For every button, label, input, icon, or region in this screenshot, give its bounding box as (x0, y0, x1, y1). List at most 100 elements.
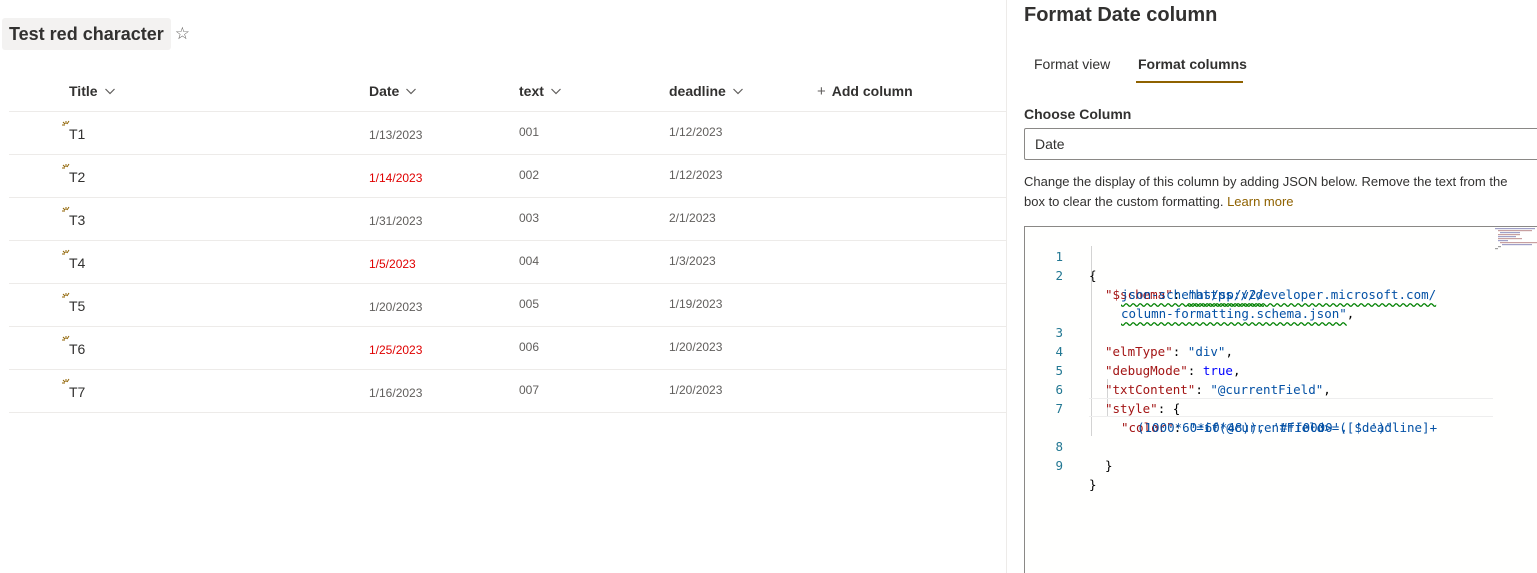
column-header-label: Title (69, 83, 98, 99)
row-title[interactable]: T2 (69, 169, 85, 185)
row-title-cell[interactable]: T4 (62, 241, 85, 284)
row-date: 1/16/2023 (369, 385, 423, 400)
row-deadline-cell: 1/20/2023 (669, 368, 722, 411)
row-deadline-cell: 1/12/2023 (669, 110, 722, 153)
star-icon[interactable]: ☆ (175, 23, 190, 45)
row-title[interactable]: T6 (69, 341, 85, 357)
row-text: 003 (519, 210, 540, 225)
row-text: 004 (519, 253, 540, 268)
format-column-panel: Format Date column Format view Format co… (1006, 0, 1537, 573)
code-line: 8 } (1025, 418, 1537, 473)
code-line: 4 "debugMode": true, (1025, 323, 1537, 378)
row-text-cell: 004 (519, 239, 539, 282)
code-line: 3 "elmType": "div", (1025, 304, 1537, 359)
row-title-cell[interactable]: T5 (62, 284, 85, 327)
row-text-cell: 003 (519, 196, 539, 239)
row-deadline-cell: 1/20/2023 (669, 325, 722, 368)
row-title[interactable]: T5 (69, 298, 85, 314)
choose-column-value: Date (1035, 136, 1065, 152)
row-title-cell[interactable]: T7 (62, 370, 85, 413)
format-tabs: Format view Format columns (1024, 44, 1537, 84)
tab-format-columns[interactable]: Format columns (1138, 44, 1247, 84)
line-number: 9 (1055, 458, 1063, 473)
add-column-label: Add column (831, 83, 913, 99)
table-row[interactable]: T2 1/14/2023 002 1/12/2023 (9, 155, 1006, 198)
add-column-button[interactable]: + Add column (817, 70, 913, 112)
row-text: 002 (519, 167, 540, 182)
row-title-cell[interactable]: T2 (62, 155, 85, 198)
column-header-deadline[interactable]: deadline (669, 70, 744, 112)
row-date: 1/25/2023 (369, 342, 423, 357)
table-row[interactable]: T3 1/31/2023 003 2/1/2023 (9, 198, 1006, 241)
table-row[interactable]: T5 1/20/2023 005 1/19/2023 (9, 284, 1006, 327)
code-line: 7 "color": "=if(@currentField>=([$deadli… (1025, 380, 1537, 435)
row-deadline-cell: 1/3/2023 (669, 239, 716, 282)
new-item-sparkle-icon (62, 292, 70, 298)
row-date-cell: 1/20/2023 (369, 284, 422, 327)
row-date: 1/20/2023 (369, 299, 423, 314)
row-title[interactable]: T1 (69, 126, 85, 142)
row-date: 1/31/2023 (369, 213, 423, 228)
row-title-cell[interactable]: T1 (62, 112, 85, 155)
code-text: } (1105, 458, 1113, 473)
column-header-text[interactable]: text (519, 70, 562, 112)
new-item-sparkle-icon (62, 120, 70, 126)
chevron-down-icon (550, 88, 561, 95)
new-item-sparkle-icon (62, 335, 70, 341)
row-text: 007 (519, 382, 540, 397)
learn-more-link[interactable]: Learn more (1227, 194, 1293, 209)
row-date-cell: 1/5/2023 (369, 241, 416, 284)
table-row[interactable]: T1 1/13/2023 001 1/12/2023 (9, 112, 1006, 155)
code-line: 5 "txtContent": "@currentField", (1025, 342, 1537, 397)
row-text: 006 (519, 339, 540, 354)
code-line: 9 } (1025, 437, 1537, 492)
row-title-cell[interactable]: T3 (62, 198, 85, 241)
row-deadline: 1/20/2023 (669, 382, 723, 397)
code-line: json-schemas/sp/v2/ (1025, 266, 1537, 302)
row-text: 005 (519, 296, 540, 311)
row-title-cell[interactable]: T6 (62, 327, 85, 370)
row-title[interactable]: T4 (69, 255, 85, 271)
column-header-date[interactable]: Date (369, 70, 417, 112)
json-code-editor[interactable]: 1 { 2 "$schema": "https://developer.micr… (1024, 226, 1537, 573)
new-item-sparkle-icon (62, 163, 70, 169)
choose-column-dropdown[interactable]: Date (1024, 128, 1537, 160)
list-rows: T1 1/13/2023 001 1/12/2023 T2 1/14/2023 002 1/1… (9, 112, 1006, 413)
tab-format-view[interactable]: Format view (1034, 44, 1110, 84)
row-date-cell: 1/25/2023 (369, 327, 422, 370)
plus-icon: + (817, 82, 826, 100)
column-header-label: deadline (669, 83, 726, 99)
row-text-cell: 007 (519, 368, 539, 411)
row-date: 1/5/2023 (369, 256, 416, 271)
row-title[interactable]: T7 (69, 384, 85, 400)
list-header: Title Date text deadline + Add column (9, 70, 1006, 112)
table-row[interactable]: T7 1/16/2023 007 1/20/2023 (9, 370, 1006, 413)
column-header-title[interactable]: Title (69, 70, 116, 112)
code-line: 2 "$schema": "https://developer.microsof… (1025, 247, 1537, 302)
code-line: 6 "style": { (1025, 361, 1537, 416)
row-deadline: 1/19/2023 (669, 296, 723, 311)
row-deadline: 1/20/2023 (669, 339, 723, 354)
new-item-sparkle-icon (62, 206, 70, 212)
row-date: 1/13/2023 (369, 127, 423, 142)
chevron-down-icon (732, 88, 743, 95)
column-header-label: Date (369, 83, 400, 99)
list-title-bar: Test red character ☆ (2, 18, 190, 50)
description-text: box to clear the custom formatting. (1024, 194, 1224, 209)
row-deadline: 1/12/2023 (669, 167, 723, 182)
row-text: 001 (519, 124, 540, 139)
chevron-down-icon (104, 88, 115, 95)
column-header-label: text (519, 83, 544, 99)
row-text-cell: 006 (519, 325, 539, 368)
list-title[interactable]: Test red character (2, 18, 171, 50)
table-row[interactable]: T6 1/25/2023 006 1/20/2023 (9, 327, 1006, 370)
description-line: Change the display of this column by add… (1024, 174, 1508, 189)
row-deadline: 1/12/2023 (669, 124, 723, 139)
choose-column-label: Choose Column (1024, 106, 1132, 122)
code-line: 1 { (1025, 228, 1537, 283)
table-row[interactable]: T4 1/5/2023 004 1/3/2023 (9, 241, 1006, 284)
row-text-cell: 002 (519, 153, 539, 196)
row-title[interactable]: T3 (69, 212, 85, 228)
code-text: } (1089, 477, 1097, 492)
row-deadline-cell: 1/19/2023 (669, 282, 722, 325)
